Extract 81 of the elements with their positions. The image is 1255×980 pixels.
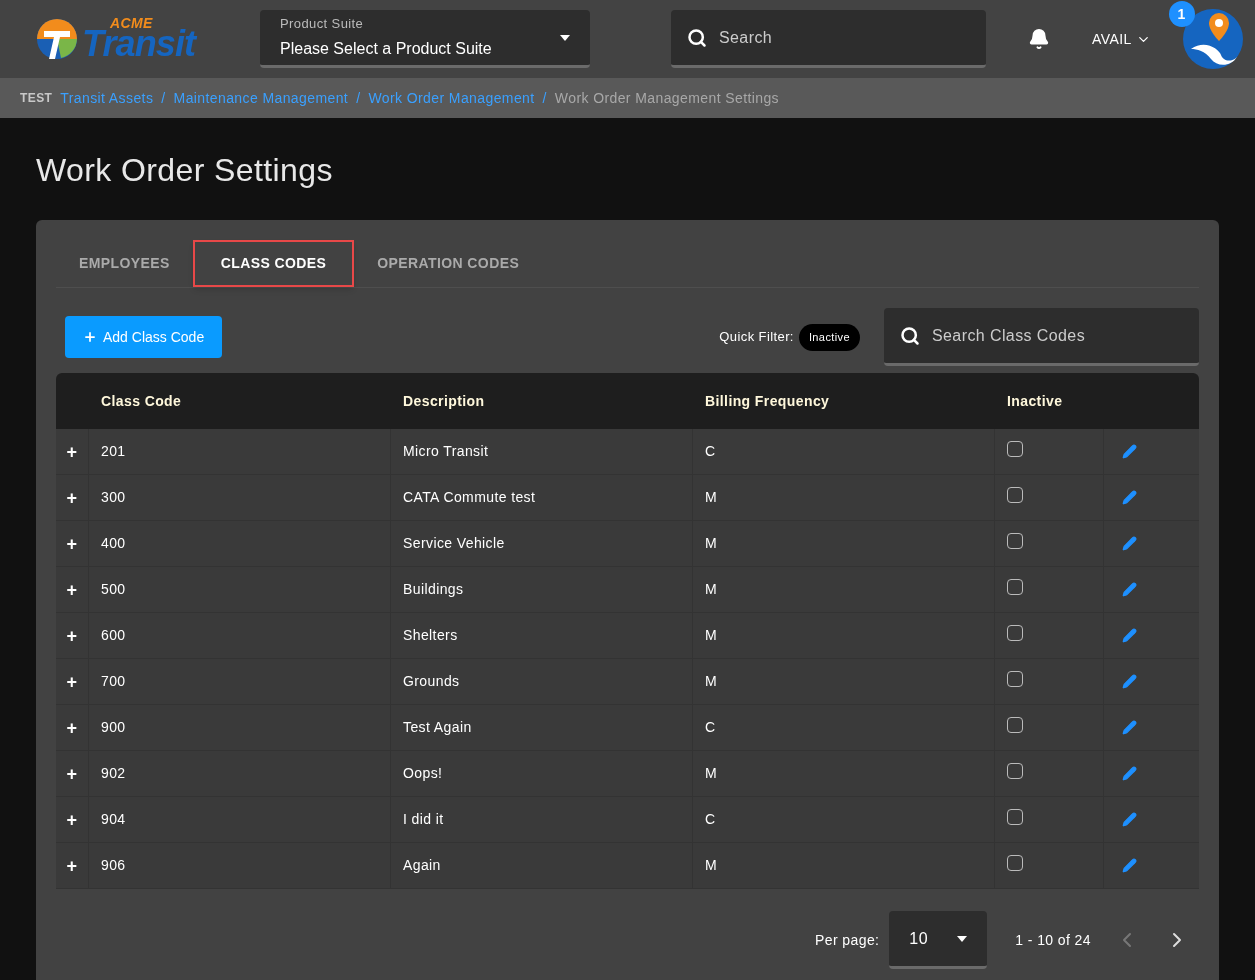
expand-row-button[interactable]: + xyxy=(66,810,78,829)
page-range: 1 - 10 of 24 xyxy=(1015,930,1091,950)
per-page-dropdown[interactable]: 10 xyxy=(889,911,988,969)
table-cell-text: M xyxy=(705,626,718,645)
table-cell-text: Micro Transit xyxy=(403,442,489,461)
table-cell-text: 400 xyxy=(101,534,126,553)
table-cell-text: 700 xyxy=(101,672,126,691)
table-cell-text: Test Again xyxy=(403,718,472,737)
tab[interactable]: OPERATION CODES xyxy=(354,240,543,287)
table-cell-text: 300 xyxy=(101,488,126,507)
expand-row-button[interactable]: + xyxy=(66,672,78,691)
table-cell-text: CATA Commute test xyxy=(403,488,536,507)
dropdown-caret-icon xyxy=(560,34,570,41)
column-header: Class Code xyxy=(101,392,182,409)
table-cell-text: 906 xyxy=(101,856,126,875)
column-header: Inactive xyxy=(1007,392,1063,409)
notification-badge: 1 xyxy=(1168,1,1195,27)
search-icon xyxy=(687,28,707,48)
table-cell-text: 900 xyxy=(101,718,126,737)
edit-icon[interactable] xyxy=(1122,628,1137,643)
table-cell-text: 904 xyxy=(101,810,126,829)
table-cell-text: C xyxy=(705,718,716,737)
search-icon xyxy=(900,326,920,346)
edit-icon[interactable] xyxy=(1122,766,1137,781)
edit-icon[interactable] xyxy=(1122,582,1137,597)
breadcrumb-separator: / xyxy=(542,88,547,108)
edit-icon[interactable] xyxy=(1122,720,1137,735)
table-cell-text: M xyxy=(705,488,718,507)
bell-icon[interactable] xyxy=(1028,28,1050,50)
user-menu[interactable]: AVAIL xyxy=(1092,28,1151,50)
expand-row-button[interactable]: + xyxy=(66,764,78,783)
table-cell-text: Buildings xyxy=(403,580,464,599)
per-page-label: Per page: xyxy=(815,930,880,950)
table-cell-text: 201 xyxy=(101,442,126,461)
table-cell-text: M xyxy=(705,580,718,599)
table-cell-text: I did it xyxy=(403,810,444,829)
breadcrumb-current: Work Order Management Settings xyxy=(554,88,779,108)
expand-row-button[interactable]: + xyxy=(66,580,78,599)
edit-icon[interactable] xyxy=(1122,490,1137,505)
page-title: Work Order Settings xyxy=(36,151,334,190)
logo-circle-icon xyxy=(36,18,78,60)
table-cell-text: C xyxy=(705,810,716,829)
expand-row-button[interactable]: + xyxy=(66,856,78,875)
tab[interactable]: EMPLOYEES xyxy=(56,240,193,287)
quick-filter-label: Quick Filter: xyxy=(719,328,794,347)
expand-row-button[interactable]: + xyxy=(66,488,78,507)
expand-row-button[interactable]: + xyxy=(66,718,78,737)
expand-row-button[interactable]: + xyxy=(66,626,78,645)
table-cell-text: Service Vehicle xyxy=(403,534,505,553)
search-field[interactable]: Search Class Codes xyxy=(884,308,1199,366)
edit-icon[interactable] xyxy=(1122,444,1137,459)
table-cell-text: M xyxy=(705,534,718,553)
edit-icon[interactable] xyxy=(1122,858,1137,873)
table-cell-text: M xyxy=(705,764,718,783)
table-cell-text: Grounds xyxy=(403,672,460,691)
edit-icon[interactable] xyxy=(1122,812,1137,827)
column-header: Description xyxy=(403,392,485,409)
table-cell-text: 600 xyxy=(101,626,126,645)
search-field[interactable]: Search xyxy=(671,10,986,68)
edit-icon[interactable] xyxy=(1122,674,1137,689)
expand-row-button[interactable]: + xyxy=(66,534,78,553)
table-cell-text: 902 xyxy=(101,764,126,783)
table-cell-text: M xyxy=(705,856,718,875)
table-cell-text: C xyxy=(705,442,716,461)
plus-icon xyxy=(83,330,97,344)
breadcrumb-separator: / xyxy=(356,88,361,108)
expand-row-button[interactable]: + xyxy=(66,442,78,461)
table-cell-text: Shelters xyxy=(403,626,458,645)
filter-chip[interactable]: Inactive xyxy=(798,323,860,351)
table-cell-text: Again xyxy=(403,856,441,875)
table-cell-text: M xyxy=(705,672,718,691)
logo-small-text: ACME xyxy=(110,16,153,30)
product-suite-dropdown[interactable]: Product Suite Please Select a Product Suite xyxy=(260,10,590,68)
edit-icon[interactable] xyxy=(1122,536,1137,551)
column-header: Billing Frequency xyxy=(705,392,830,409)
table-cell-text: 500 xyxy=(101,580,126,599)
tab[interactable]: CLASS CODES xyxy=(192,240,355,287)
environment-label: TEST xyxy=(20,90,53,107)
table-cell-text: Oops! xyxy=(403,764,443,783)
dropdown-caret-icon xyxy=(957,935,968,942)
breadcrumb-separator: / xyxy=(161,88,166,108)
